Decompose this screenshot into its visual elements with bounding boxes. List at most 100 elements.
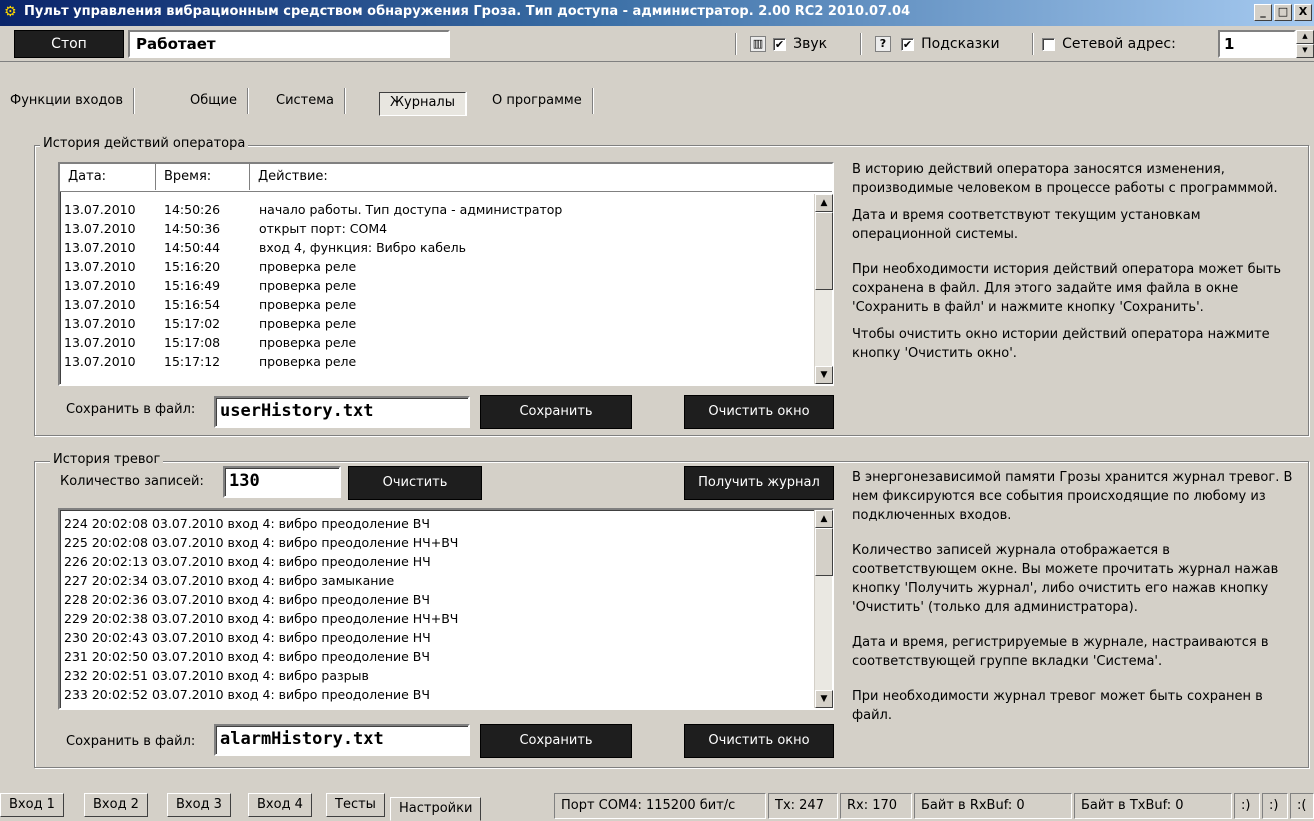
sound-label: Звук <box>793 36 828 52</box>
table-row[interactable]: 13.07.2010 15:17:02 проверка реле <box>64 314 812 333</box>
status-tx: Tx: 247 <box>768 793 838 819</box>
status-field: Работает <box>128 30 450 58</box>
title-bar[interactable]: ⚙ Пульт управления вибрационным средство… <box>0 0 1314 26</box>
bottom-tab-tests[interactable]: Тесты <box>326 793 385 817</box>
help-paragraph: При необходимости журнал тревог может бы… <box>852 689 1263 723</box>
operator-history-help: В историю действий оператора заносятся и… <box>852 160 1298 371</box>
sound-checkbox[interactable]: ✔ <box>773 38 786 51</box>
toolbar-separator <box>1032 33 1034 55</box>
table-row[interactable]: 13.07.2010 15:17:08 проверка реле <box>64 333 812 352</box>
scroll-down-icon[interactable]: ▼ <box>815 690 833 708</box>
bottom-tab-input-1[interactable]: Вход 1 <box>0 793 64 817</box>
bottom-tab-input-4[interactable]: Вход 4 <box>248 793 312 817</box>
operator-history-scrollbar[interactable]: ▲ ▼ <box>814 194 833 384</box>
alarm-file-input[interactable]: alarmHistory.txt <box>214 724 470 756</box>
network-label: Сетевой адрес: <box>1062 36 1176 52</box>
help-paragraph: Дата и время, регистрируемые в журнале, … <box>852 635 1269 669</box>
hints-toggle[interactable]: ✔ Подсказки <box>901 36 1000 52</box>
scroll-up-icon[interactable]: ▲ <box>815 510 833 528</box>
help-icon[interactable]: ? <box>875 36 891 52</box>
table-row[interactable]: 13.07.2010 15:16:49 проверка реле <box>64 276 812 295</box>
network-toggle[interactable]: Сетевой адрес: <box>1042 36 1176 52</box>
alarm-history-scrollbar[interactable]: ▲ ▼ <box>814 510 833 708</box>
alarm-history-rows: 224 20:02:08 03.07.2010 вход 4: вибро пр… <box>64 514 812 704</box>
table-row[interactable]: 13.07.2010 14:50:26 начало работы. Тип дос… <box>64 200 812 219</box>
list-item[interactable]: 228 20:02:36 03.07.2010 вход 4: вибро пр… <box>64 590 812 609</box>
table-row[interactable]: 13.07.2010 15:17:12 проверка реле <box>64 352 812 371</box>
minimize-button[interactable]: _ <box>1254 4 1272 21</box>
operator-history-header: Дата: Время: Действие: <box>60 164 832 192</box>
hints-checkbox[interactable]: ✔ <box>901 38 914 51</box>
operator-history-list[interactable]: Дата: Время: Действие: 13.07.2010 14:50:2… <box>58 162 834 386</box>
status-port: Порт COM4: 115200 бит/с <box>554 793 766 819</box>
bottom-tab-input-2[interactable]: Вход 2 <box>84 793 148 817</box>
list-item[interactable]: 226 20:02:13 03.07.2010 вход 4: вибро пр… <box>64 552 812 571</box>
tab-general[interactable]: Общие <box>180 88 248 114</box>
bottom-tab-settings[interactable]: Настройки <box>390 797 482 821</box>
help-paragraph: Чтобы очистить окно истории действий опе… <box>852 327 1270 361</box>
window-title: Пульт управления вибрационным средством … <box>24 4 911 19</box>
column-header-date[interactable]: Дата: <box>60 164 156 190</box>
spin-down-icon[interactable]: ▼ <box>1296 44 1314 58</box>
alarm-save-button[interactable]: Сохранить <box>480 724 632 758</box>
scroll-thumb[interactable] <box>815 212 833 290</box>
tab-about[interactable]: О программе <box>482 88 593 114</box>
status-indicator-3: :( <box>1290 793 1314 819</box>
sound-toggle[interactable]: ✔ Звук <box>773 36 827 52</box>
status-indicator-1: :) <box>1234 793 1260 819</box>
list-item[interactable]: 233 20:02:52 03.07.2010 вход 4: вибро пр… <box>64 685 812 704</box>
stop-button[interactable]: Стоп <box>14 30 124 58</box>
spin-up-icon[interactable]: ▲ <box>1296 30 1314 44</box>
column-header-time[interactable]: Время: <box>156 164 250 190</box>
operator-clear-window-button[interactable]: Очистить окно <box>684 395 834 429</box>
help-paragraph: При необходимости история действий опера… <box>852 262 1282 315</box>
close-button[interactable]: X <box>1294 4 1312 21</box>
help-paragraph: Количество записей журнала отображается … <box>852 543 1279 615</box>
tab-journals[interactable]: Журналы <box>379 92 466 116</box>
alarm-history-list[interactable]: 224 20:02:08 03.07.2010 вход 4: вибро пр… <box>58 508 834 710</box>
alarm-history-help: В энергонезависимой памяти Грозы хранитс… <box>852 468 1298 733</box>
help-paragraph: В энергонезависимой памяти Грозы хранитс… <box>852 470 1293 523</box>
list-item[interactable]: 225 20:02:08 03.07.2010 вход 4: вибро пр… <box>64 533 812 552</box>
maximize-button[interactable]: □ <box>1274 4 1292 21</box>
table-row[interactable]: 13.07.2010 15:16:20 проверка реле <box>64 257 812 276</box>
status-txbuf: Байт в TxBuf: 0 <box>1074 793 1232 819</box>
toolbar-separator <box>735 33 737 55</box>
scroll-down-icon[interactable]: ▼ <box>815 366 833 384</box>
network-address-input[interactable]: 1 <box>1218 30 1296 58</box>
table-row[interactable]: 13.07.2010 15:16:54 проверка реле <box>64 295 812 314</box>
column-header-action[interactable]: Действие: <box>250 164 832 190</box>
list-item[interactable]: 229 20:02:38 03.07.2010 вход 4: вибро пр… <box>64 609 812 628</box>
get-log-button[interactable]: Получить журнал <box>684 466 834 500</box>
operator-history-rows: 13.07.2010 14:50:26 начало работы. Тип дос… <box>64 200 812 371</box>
list-item[interactable]: 232 20:02:51 03.07.2010 вход 4: вибро ра… <box>64 666 812 685</box>
table-row[interactable]: 13.07.2010 14:50:44 вход 4, функция: Вибро… <box>64 238 812 257</box>
tab-input-functions[interactable]: Функции входов <box>0 88 135 114</box>
operator-save-button[interactable]: Сохранить <box>480 395 632 429</box>
help-paragraph: В историю действий оператора заносятся и… <box>852 162 1278 196</box>
status-indicator-2: :) <box>1262 793 1288 819</box>
tab-system[interactable]: Система <box>266 88 346 114</box>
alarm-history-title: История тревог <box>50 452 164 467</box>
alarm-clear-button[interactable]: Очистить <box>348 466 482 500</box>
table-row[interactable]: 13.07.2010 14:50:36 открыт порт: COM4 <box>64 219 812 238</box>
alarm-count-label: Количество записей: <box>60 474 204 489</box>
bottom-tab-input-3[interactable]: Вход 3 <box>167 793 231 817</box>
control-strip: Стоп Работает ▥ ✔ Звук ? ✔ Подсказки Сет… <box>0 26 1314 62</box>
app-icon: ⚙ <box>4 4 17 20</box>
network-address-spinner[interactable]: ▲ ▼ <box>1296 30 1314 58</box>
hints-label: Подсказки <box>921 36 1000 52</box>
speaker-icon[interactable]: ▥ <box>750 36 766 52</box>
operator-history-title: История действий оператора <box>40 136 249 151</box>
network-checkbox[interactable] <box>1042 38 1055 51</box>
alarm-clear-window-button[interactable]: Очистить окно <box>684 724 834 758</box>
scroll-up-icon[interactable]: ▲ <box>815 194 833 212</box>
toolbar-separator <box>860 33 862 55</box>
list-item[interactable]: 230 20:02:43 03.07.2010 вход 4: вибро пр… <box>64 628 812 647</box>
list-item[interactable]: 231 20:02:50 03.07.2010 вход 4: вибро пр… <box>64 647 812 666</box>
operator-file-input[interactable]: userHistory.txt <box>214 396 470 428</box>
scroll-thumb[interactable] <box>815 528 833 576</box>
list-item[interactable]: 227 20:02:34 03.07.2010 вход 4: вибро за… <box>64 571 812 590</box>
status-rx: Rx: 170 <box>840 793 912 819</box>
list-item[interactable]: 224 20:02:08 03.07.2010 вход 4: вибро пр… <box>64 514 812 533</box>
